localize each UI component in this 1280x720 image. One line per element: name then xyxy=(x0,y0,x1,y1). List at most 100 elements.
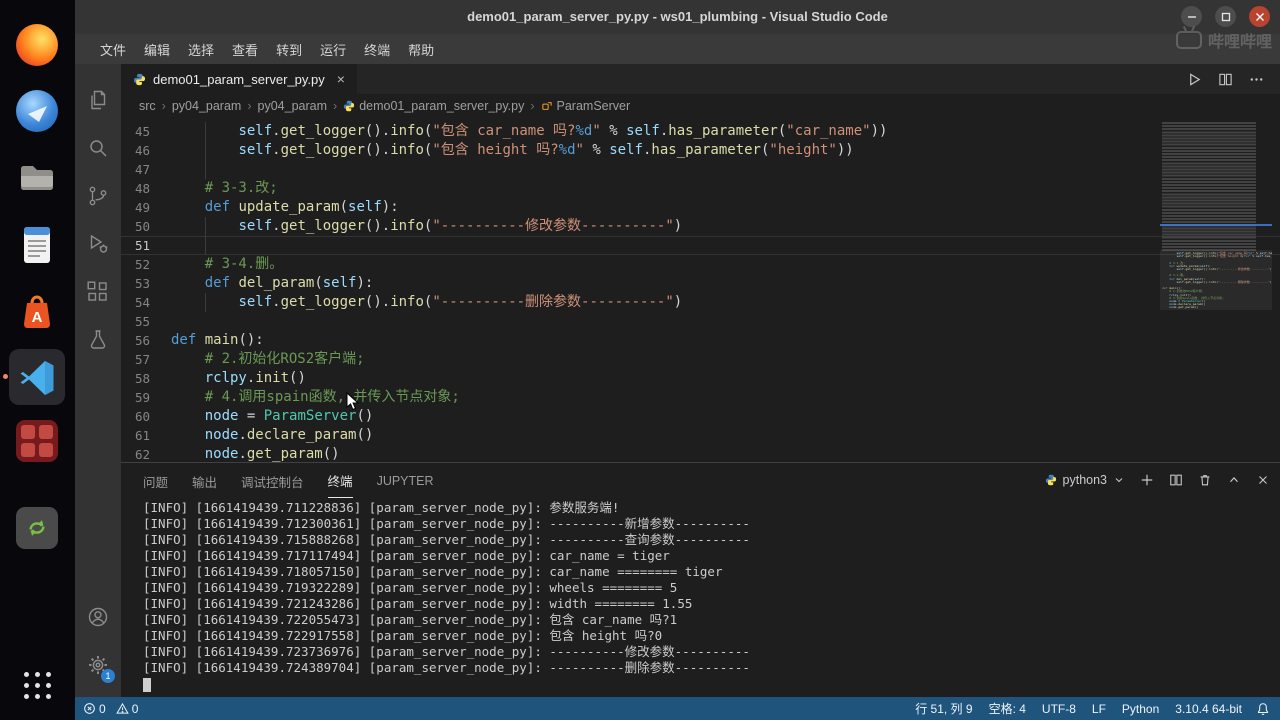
line-number: 59 xyxy=(134,390,150,405)
activity-item-search[interactable] xyxy=(75,124,121,172)
breadcrumb-item[interactable]: ParamServer xyxy=(541,99,631,113)
dock-item-files[interactable] xyxy=(14,155,60,201)
code-line[interactable]: 61 node.declare_param() xyxy=(121,426,1280,445)
code-line[interactable]: 55 xyxy=(121,312,1280,331)
activity-item-run-debug[interactable] xyxy=(75,220,121,268)
code-line[interactable]: 51 xyxy=(121,236,1280,255)
extensions-icon xyxy=(87,281,107,301)
line-number: 52 xyxy=(134,257,150,272)
activity-item-explorer[interactable] xyxy=(75,76,121,124)
maximize-panel-button[interactable] xyxy=(1227,473,1241,487)
more-actions-button[interactable] xyxy=(1249,72,1264,87)
menu-item[interactable]: 查看 xyxy=(223,36,267,63)
breadcrumb-item[interactable]: py04_param xyxy=(172,99,242,113)
code-line[interactable]: 62 node.get_param() xyxy=(121,445,1280,462)
code-line[interactable]: 52 # 3-4.删。 xyxy=(121,255,1280,274)
chevron-right-icon: › xyxy=(530,99,535,113)
dock-item-text-editor[interactable] xyxy=(14,222,60,268)
terminal-line: [INFO] [1661419439.724389704] [param_ser… xyxy=(143,660,750,675)
new-terminal-button[interactable] xyxy=(1140,473,1154,487)
activity-item-extensions[interactable] xyxy=(75,268,121,316)
status-eol[interactable]: LF xyxy=(1092,702,1106,716)
window-title: demo01_param_server_py.py - ws01_plumbin… xyxy=(467,9,888,24)
dock-item-thunderbird[interactable] xyxy=(14,88,60,134)
status-encoding[interactable]: UTF-8 xyxy=(1042,702,1076,716)
run-python-file-button[interactable] xyxy=(1187,72,1202,87)
code-line[interactable]: 56 def main(): xyxy=(121,331,1280,350)
code-line[interactable]: 50 self.get_logger().info("----------修改参… xyxy=(121,217,1280,236)
terminal-shell-selector[interactable]: python3 xyxy=(1045,473,1125,487)
code-line[interactable]: 57 # 2.初始化ROS2客户端; xyxy=(121,350,1280,369)
breadcrumb-label: ParamServer xyxy=(556,99,631,113)
line-number: 60 xyxy=(134,409,150,424)
menu-item[interactable]: 帮助 xyxy=(399,36,443,63)
minimize-button[interactable] xyxy=(1181,6,1202,27)
code-text: self.get_logger().info("----------修改参数--… xyxy=(171,217,1280,236)
code-line[interactable]: 46 self.get_logger().info("包含 height 吗?%… xyxy=(121,141,1280,160)
minimap-cursor-line xyxy=(1160,224,1272,226)
code-text: self.get_logger().info("包含 height 吗?%d" … xyxy=(171,141,1280,160)
tab-bar: demo01_param_server_py.py × xyxy=(121,64,1280,94)
dock-item-software-updater[interactable] xyxy=(14,505,60,551)
status-right: 行 51, 列 9 空格: 4 UTF-8 LF Python 3.10.4 64-bit xyxy=(915,700,1242,717)
firefox-icon xyxy=(16,24,58,66)
status-language[interactable]: Python xyxy=(1122,702,1159,716)
problems-indicator[interactable]: 0 0 xyxy=(83,702,144,716)
menu-item[interactable]: 终端 xyxy=(355,36,399,63)
code-line[interactable]: 59 # 4.调用spain函数, 并传入节点对象; xyxy=(121,388,1280,407)
menu-item[interactable]: 文件 xyxy=(91,36,135,63)
minimap[interactable]: self.get_logger().info("包含 car_name 吗?%d… xyxy=(1160,120,1272,462)
code-line[interactable]: 53 def del_param(self): xyxy=(121,274,1280,293)
code-text: # 2.初始化ROS2客户端; xyxy=(204,351,365,367)
code-line[interactable]: 58 rclpy.init() xyxy=(121,369,1280,388)
kill-terminal-button[interactable] xyxy=(1198,473,1212,487)
panel-tab[interactable]: JUPYTER xyxy=(377,465,434,495)
activity-item-account[interactable] xyxy=(75,593,121,641)
split-terminal-button[interactable] xyxy=(1169,473,1183,487)
editor-actions xyxy=(1187,64,1280,94)
menu-item[interactable]: 转到 xyxy=(267,36,311,63)
terminal-output[interactable]: [INFO] [1661419439.711228836] [param_ser… xyxy=(121,497,1280,697)
bilibili-tv-icon xyxy=(1175,31,1202,49)
restore-button[interactable] xyxy=(1215,6,1236,27)
activity-item-testing[interactable] xyxy=(75,316,121,364)
menu-item[interactable]: 编辑 xyxy=(135,36,179,63)
panel-tab[interactable]: 调试控制台 xyxy=(241,463,304,498)
status-interpreter[interactable]: 3.10.4 64-bit xyxy=(1175,702,1242,716)
chevron-down-icon xyxy=(1115,478,1123,483)
code-line[interactable]: 60 node = ParamServer() xyxy=(121,407,1280,426)
breadcrumb-item[interactable]: src xyxy=(139,99,156,113)
code-line[interactable]: 45 self.get_logger().info("包含 car_name 吗… xyxy=(121,122,1280,141)
panel-tab[interactable]: 问题 xyxy=(143,463,168,498)
dock-item-ubuntu-software[interactable]: A xyxy=(14,288,60,334)
menu-item[interactable]: 运行 xyxy=(311,36,355,63)
status-indentation[interactable]: 空格: 4 xyxy=(989,700,1026,717)
panel-tab[interactable]: 终端 xyxy=(327,462,353,498)
breadcrumb-item[interactable]: py04_param xyxy=(258,99,328,113)
activity-item-settings[interactable]: 1 xyxy=(75,641,121,689)
status-cursor-position[interactable]: 行 51, 列 9 xyxy=(915,700,972,717)
breadcrumb-item[interactable]: demo01_param_server_py.py xyxy=(343,99,524,113)
dock-item-app-grid[interactable] xyxy=(14,662,60,708)
tab-demo01-param-server[interactable]: demo01_param_server_py.py × xyxy=(121,64,357,94)
menu-bar: 文件 编辑 选择 查看 转到 运行 终端 帮助 xyxy=(75,34,1280,64)
split-editor-button[interactable] xyxy=(1218,72,1233,87)
minimap-slider[interactable] xyxy=(1160,250,1272,310)
dock-item-media-app[interactable] xyxy=(14,418,60,464)
code-line[interactable]: 49 def update_param(self): xyxy=(121,198,1280,217)
close-panel-button[interactable] xyxy=(1256,473,1270,487)
dock-item-firefox[interactable] xyxy=(14,22,60,68)
code-line[interactable]: 54 self.get_logger().info("----------删除参… xyxy=(121,293,1280,312)
activity-item-source-control[interactable] xyxy=(75,172,121,220)
close-button[interactable] xyxy=(1249,6,1270,27)
dock-item-vscode[interactable] xyxy=(3,349,65,405)
code-line[interactable]: 48 # 3-3.改; xyxy=(121,179,1280,198)
panel-tab[interactable]: 输出 xyxy=(192,463,217,498)
code-text: def del_param(self): xyxy=(204,275,374,291)
bilibili-watermark: 哔哩哔哩 xyxy=(1175,28,1272,52)
close-icon[interactable]: × xyxy=(337,71,345,87)
bell-icon[interactable] xyxy=(1256,702,1270,716)
code-line[interactable]: 47 xyxy=(121,160,1280,179)
menu-item[interactable]: 选择 xyxy=(179,36,223,63)
